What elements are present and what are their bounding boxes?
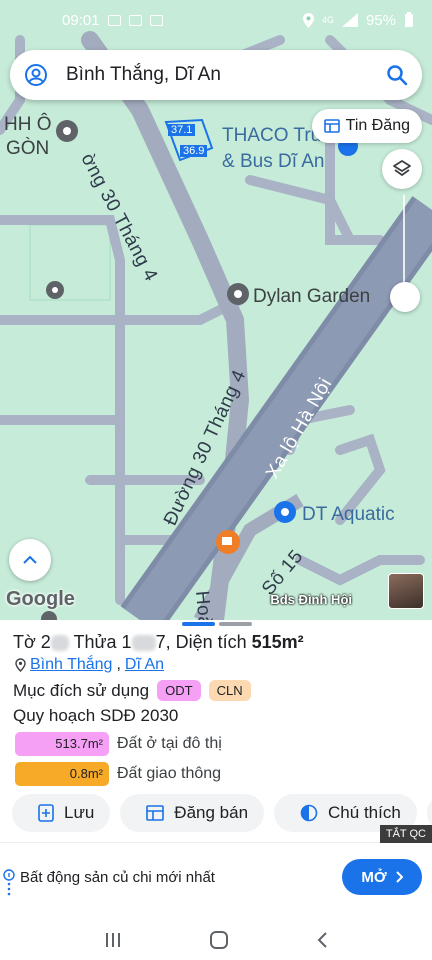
badge-cln: CLN xyxy=(208,680,251,701)
plan-title: Quy hoạch SDĐ 2030 xyxy=(13,706,179,725)
parcel-sheet-number: Tờ 2 xyxy=(13,632,51,652)
opacity-slider-knob[interactable] xyxy=(390,282,420,312)
app-notification-icon xyxy=(149,14,163,26)
legend-label: Chú thích xyxy=(328,803,401,822)
message-icon xyxy=(128,14,142,26)
ad-banner[interactable]: Bất động sản củ chi mới nhất MỞ xyxy=(0,842,432,908)
status-bar: 09:01 4G 95% xyxy=(0,0,432,40)
layers-button[interactable] xyxy=(382,149,422,189)
road-label-hoa: Hoà xyxy=(191,590,216,620)
listing-icon xyxy=(323,119,340,133)
post-sale-button[interactable]: Đăng bán xyxy=(120,794,265,832)
plan-value-badge: 513.7m² xyxy=(15,732,109,756)
avatar[interactable] xyxy=(388,573,424,609)
chevron-up-icon xyxy=(23,555,37,564)
tin-dang-label: Tin Đăng xyxy=(345,117,410,134)
ad-text[interactable]: Bất động sản củ chi mới nhất xyxy=(20,869,215,886)
parcel-info-sheet: Tờ 2 Thửa 1 7, Diện tích 515m² Bình Thắng… xyxy=(0,620,432,920)
contrast-icon xyxy=(300,804,318,822)
ad-open-label: MỞ xyxy=(361,868,387,886)
parcel-title: Tờ 2 Thửa 1 7, Diện tích 515m² xyxy=(13,632,304,653)
plan-row: 513.7m² Đất ở tại đô thị xyxy=(15,732,222,756)
layers-icon xyxy=(393,160,411,177)
search-icon[interactable] xyxy=(386,64,408,86)
tin-dang-button[interactable]: Tin Đăng xyxy=(311,109,422,143)
network-type: 4G xyxy=(321,15,334,25)
location-icon xyxy=(302,12,314,28)
plan-label: Đất giao thông xyxy=(117,765,222,782)
ad-open-button[interactable]: MỞ xyxy=(342,859,422,895)
action-row: Lưu Đăng bán Chú thích xyxy=(12,794,432,832)
badge-odt: ODT xyxy=(157,680,201,701)
system-nav-bar xyxy=(0,920,432,960)
land-purpose-label: Mục đích sử dụng xyxy=(13,680,150,700)
back-icon[interactable] xyxy=(316,931,328,949)
info-icon[interactable] xyxy=(3,869,15,897)
address-separator: , xyxy=(116,656,121,673)
parcel-lot-number: Thửa 1 xyxy=(68,632,132,652)
opacity-slider-track[interactable] xyxy=(403,195,405,295)
redacted-block xyxy=(131,635,156,652)
plan-row: 0.8m² Đất giao thông xyxy=(15,762,221,786)
signal-icon xyxy=(341,13,358,27)
land-purpose-row: Mục đích sử dụng ODT CLN xyxy=(13,680,251,701)
map-view[interactable]: 37.1 36.9 THACO Truck & Bus Dĩ An HH Ô G… xyxy=(0,0,432,620)
sheet-handle[interactable] xyxy=(182,622,252,627)
redacted-block xyxy=(50,635,69,652)
post-sale-label: Đăng bán xyxy=(174,803,249,822)
search-input[interactable]: Bình Thắng, Dĩ An xyxy=(66,64,386,86)
parcel-address: Bình Thắng, Dĩ An xyxy=(15,656,164,674)
plan-value-badge: 0.8m² xyxy=(15,762,109,786)
plan-label: Đất ở tại đô thị xyxy=(117,735,222,752)
location-pin-icon xyxy=(15,658,26,672)
bookmark-add-icon xyxy=(38,804,54,822)
battery-icon xyxy=(405,12,413,27)
bds-label: Bds Đình Hội xyxy=(270,592,352,607)
gallery-icon xyxy=(107,14,121,26)
recent-apps-icon[interactable] xyxy=(104,931,122,949)
chevron-right-icon xyxy=(395,871,403,883)
home-icon[interactable] xyxy=(209,930,229,950)
plot-measurement-b: 36.9 xyxy=(180,145,208,157)
plot-measurement-a: 37.1 xyxy=(168,124,196,136)
expand-up-button[interactable] xyxy=(9,539,51,581)
status-time: 09:01 xyxy=(62,11,100,29)
save-label: Lưu xyxy=(64,803,95,822)
address-city-link[interactable]: Dĩ An xyxy=(125,656,164,674)
poi-hho-line2[interactable]: GÒN xyxy=(6,138,49,160)
search-bar[interactable]: Bình Thắng, Dĩ An xyxy=(10,50,422,100)
save-button[interactable]: Lưu xyxy=(12,794,111,832)
poi-dt-aquatic[interactable]: DT Aquatic xyxy=(302,504,395,526)
google-logo: Google xyxy=(6,588,75,610)
poi-thaco-line2[interactable]: & Bus Dĩ An xyxy=(222,151,324,173)
account-icon[interactable] xyxy=(24,63,48,87)
hide-ads-button[interactable]: TẮT QC xyxy=(379,825,432,843)
poi-dylan-garden[interactable]: Dylan Garden xyxy=(253,286,370,308)
poi-hho-line1[interactable]: HH Ô xyxy=(4,114,52,136)
address-ward-link[interactable]: Bình Thắng xyxy=(30,656,112,674)
battery-percent: 95% xyxy=(365,11,396,29)
listing-icon xyxy=(146,805,165,821)
parcel-area-value: 515m² xyxy=(251,632,304,652)
parcel-area-label: 7, Diện tích xyxy=(155,632,252,652)
